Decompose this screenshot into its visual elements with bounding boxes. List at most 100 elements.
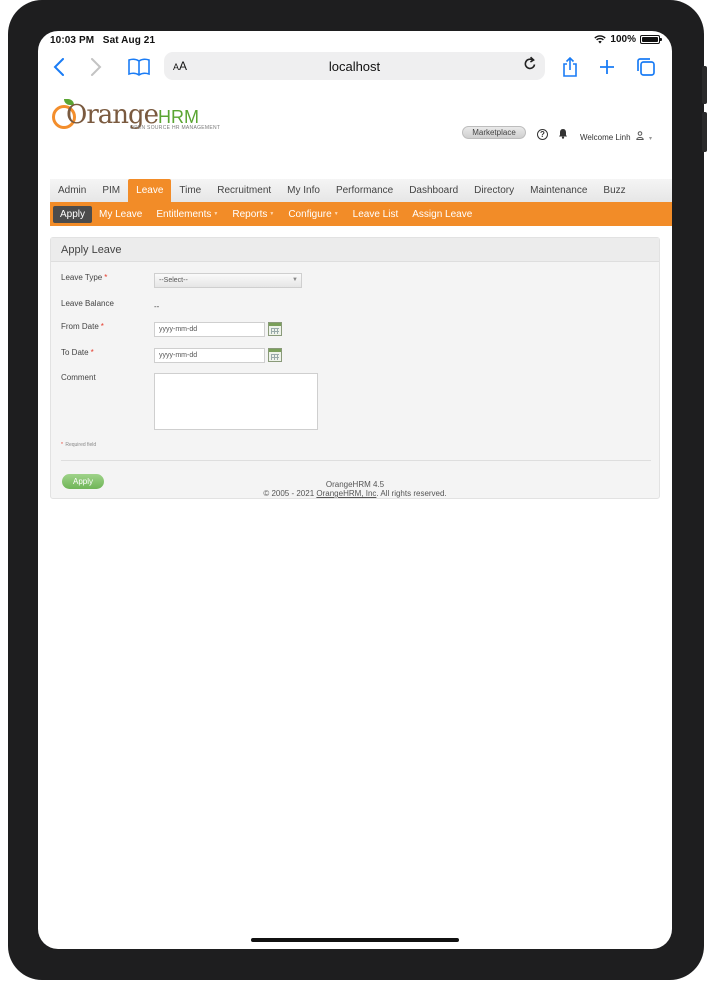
- help-icon[interactable]: ?: [537, 129, 548, 140]
- dropdown-caret-icon: ▼: [213, 210, 219, 217]
- leave-type-selected-value: --Select--: [159, 277, 188, 284]
- copyright-prefix: © 2005 - 2021: [263, 489, 315, 498]
- reload-icon: [524, 56, 536, 70]
- plus-icon: [600, 60, 614, 74]
- sub-menu-item-my-leave[interactable]: My Leave: [92, 206, 149, 223]
- from-date-label-text: From Date: [61, 322, 99, 331]
- required-marker: *: [61, 442, 63, 448]
- welcome-text: Welcome Linh: [580, 133, 631, 142]
- marketplace-button[interactable]: Marketplace: [462, 126, 526, 139]
- main-menu-item-recruitment[interactable]: Recruitment: [209, 179, 279, 202]
- main-menu-item-pim[interactable]: PIM: [94, 179, 128, 202]
- book-icon: [128, 58, 150, 76]
- status-time: 10:03 PM Sat Aug 21: [50, 35, 155, 46]
- dropdown-caret-icon: ▼: [333, 210, 339, 217]
- sub-menu-item-label: Assign Leave: [412, 208, 473, 220]
- required-marker: *: [100, 322, 104, 331]
- sub-menu-item-label: Reports: [232, 208, 268, 220]
- chevron-down-icon: ▼: [292, 277, 298, 283]
- address-bar[interactable]: AA localhost: [164, 52, 545, 80]
- welcome-caret-icon: ▾: [649, 136, 653, 142]
- main-menu-item-performance[interactable]: Performance: [328, 179, 401, 202]
- status-bar: 10:03 PM Sat Aug 21 100%: [38, 31, 672, 51]
- battery-percent: 100%: [610, 34, 636, 45]
- leave-balance-label: Leave Balance: [61, 299, 114, 308]
- from-date-input[interactable]: yyyy-mm-dd: [154, 322, 265, 337]
- home-indicator[interactable]: [251, 938, 459, 942]
- sub-menu-item-label: My Leave: [99, 208, 143, 220]
- volume-down-button: [702, 112, 707, 152]
- copyright-suffix: . All rights reserved.: [376, 489, 447, 498]
- reload-button[interactable]: [523, 56, 537, 76]
- sub-menu-item-label: Leave List: [352, 208, 399, 220]
- forward-button[interactable]: [84, 55, 108, 79]
- apply-leave-panel: Apply Leave Leave Type * --Select-- ▼ Lea…: [50, 237, 660, 499]
- main-menu-item-dashboard[interactable]: Dashboard: [401, 179, 466, 202]
- to-date-calendar-icon[interactable]: [268, 348, 282, 362]
- battery-level: [642, 37, 658, 42]
- wifi-icon: [594, 35, 607, 44]
- sub-menu-item-reports[interactable]: Reports ▼: [225, 206, 281, 223]
- new-tab-button[interactable]: [595, 55, 619, 79]
- leave-type-label-text: Leave Type: [61, 273, 103, 282]
- back-button[interactable]: [47, 55, 71, 79]
- footer-version: OrangeHRM 4.5: [325, 480, 385, 489]
- leave-type-label: Leave Type *: [61, 273, 107, 282]
- sub-menu-item-entitlements[interactable]: Entitlements ▼: [149, 206, 225, 223]
- bookmarks-button[interactable]: [127, 55, 151, 79]
- leave-balance-value: --: [154, 302, 160, 311]
- leave-type-select[interactable]: --Select-- ▼: [154, 273, 302, 288]
- required-marker: *: [104, 273, 108, 282]
- main-menu-item-maintenance[interactable]: Maintenance: [522, 179, 595, 202]
- required-note-text: Required field: [65, 442, 97, 448]
- to-date-input[interactable]: yyyy-mm-dd: [154, 348, 265, 363]
- bell-icon: [559, 129, 567, 139]
- url-text: localhost: [328, 59, 381, 74]
- welcome-menu[interactable]: Welcome Linh ▾: [580, 131, 652, 142]
- sub-menu-item-leave-list[interactable]: Leave List: [346, 206, 406, 223]
- dropdown-caret-icon: ▼: [269, 210, 275, 217]
- orangehrm-logo: OrangeHRM OPEN SOURCE HR MANAGEMENT: [52, 96, 242, 136]
- comment-label: Comment: [61, 373, 96, 382]
- chevron-left-icon: [53, 58, 64, 76]
- status-indicators: 100%: [594, 34, 662, 45]
- from-date-label: From Date *: [61, 322, 104, 331]
- required-field-note: * Required field: [61, 442, 96, 448]
- main-menu-item-buzz[interactable]: Buzz: [595, 179, 633, 202]
- main-menu-item-my-info[interactable]: My Info: [279, 179, 328, 202]
- comment-textarea[interactable]: [154, 373, 318, 430]
- panel-title: Apply Leave: [51, 238, 659, 262]
- share-button[interactable]: [558, 55, 582, 79]
- footer-copyright: © 2005 - 2021 OrangeHRM, Inc. All rights…: [38, 489, 672, 498]
- to-date-label: To Date *: [61, 348, 94, 357]
- chevron-right-icon: [91, 58, 102, 76]
- main-menu-item-leave[interactable]: Leave: [128, 179, 172, 202]
- user-lock-icon: [636, 131, 645, 142]
- main-menu: Admin PIM Leave Time Recruitment My Info Perfo…: [50, 179, 672, 202]
- sub-menu-item-label: Apply: [60, 208, 86, 220]
- from-date-calendar-icon[interactable]: [268, 322, 282, 336]
- battery-icon: [640, 35, 662, 44]
- screen: 10:03 PM Sat Aug 21 100% AA localhost Or…: [38, 31, 672, 949]
- notification-bell-icon[interactable]: [558, 128, 568, 142]
- clock-time: 10:03 PM: [50, 35, 95, 46]
- logo-tagline: OPEN SOURCE HR MANAGEMENT: [130, 125, 221, 131]
- main-menu-item-admin[interactable]: Admin: [50, 179, 94, 202]
- to-date-label-text: To Date: [61, 348, 89, 357]
- form-divider: [61, 460, 651, 461]
- orangehrm-company-link[interactable]: OrangeHRM, Inc: [316, 489, 376, 498]
- share-icon: [563, 57, 577, 77]
- tabs-icon: [637, 58, 655, 76]
- tabs-button[interactable]: [634, 55, 658, 79]
- leave-sub-menu: Apply My Leave Entitlements ▼ Reports ▼ Config…: [50, 202, 672, 226]
- sub-menu-item-configure[interactable]: Configure ▼: [281, 206, 345, 223]
- sub-menu-item-assign-leave[interactable]: Assign Leave: [405, 206, 479, 223]
- volume-up-button: [702, 66, 707, 104]
- sub-menu-item-label: Configure: [288, 208, 332, 220]
- sub-menu-item-apply[interactable]: Apply: [53, 205, 93, 223]
- sub-menu-item-label: Entitlements: [156, 208, 212, 220]
- main-menu-item-directory[interactable]: Directory: [466, 179, 522, 202]
- main-menu-item-time[interactable]: Time: [171, 179, 209, 202]
- logo-brand-accent: HRM: [158, 107, 200, 127]
- browser-toolbar: AA localhost: [38, 51, 672, 87]
